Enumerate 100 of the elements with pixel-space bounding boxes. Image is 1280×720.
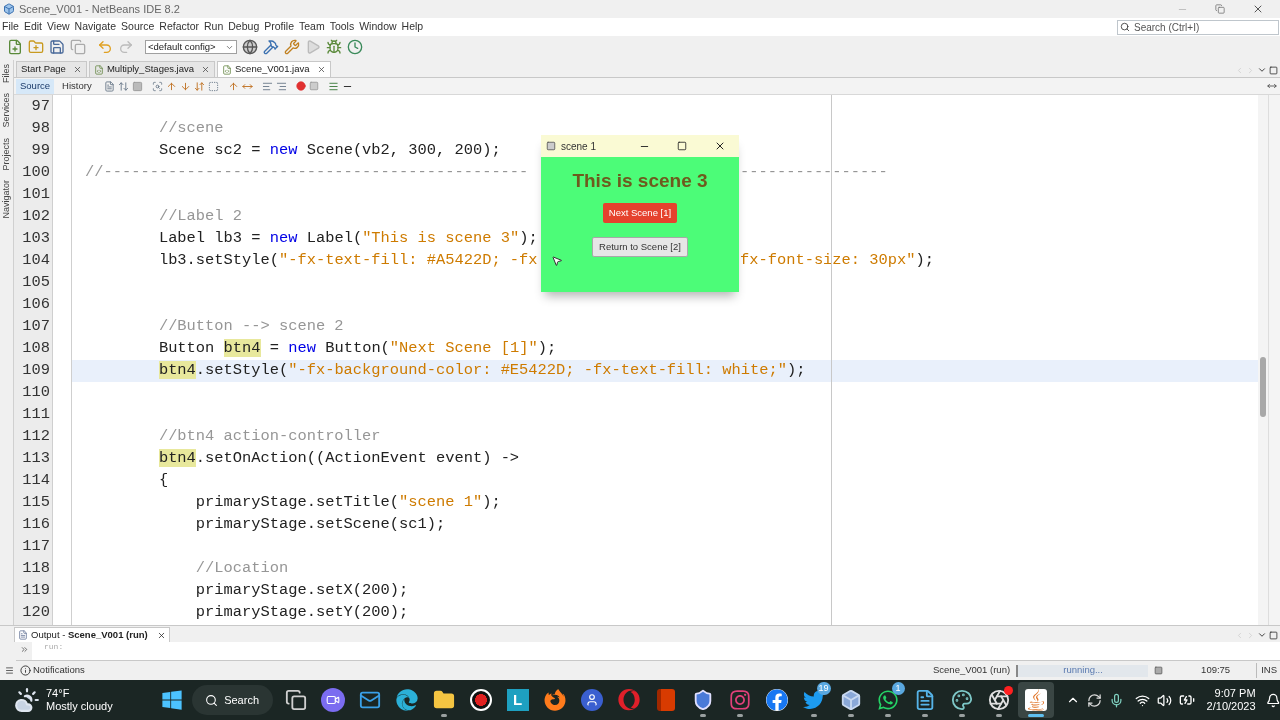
code-text: primaryStage.setY(200); — [195, 603, 409, 622]
last-edit-icon[interactable] — [103, 80, 115, 92]
stop-icon[interactable] — [1154, 666, 1164, 675]
tab-list-icon[interactable] — [1257, 65, 1267, 75]
weather-icon[interactable] — [14, 687, 40, 713]
line-number: 101 — [21, 184, 51, 206]
window-title: scene 1 — [561, 139, 597, 154]
line-number: 103 — [21, 228, 51, 250]
weather-condition: Mostly cloudy — [46, 700, 113, 713]
menu-item[interactable]: Window — [359, 19, 397, 35]
clock-time[interactable]: 9:07 PM — [1214, 687, 1256, 700]
record-macro-icon[interactable] — [295, 81, 306, 91]
new-project-icon[interactable] — [28, 39, 44, 55]
menu-item[interactable]: Team — [299, 19, 325, 35]
config-dropdown[interactable]: <default config> — [145, 40, 237, 54]
view-tab[interactable]: History — [58, 78, 96, 94]
split-icon[interactable] — [1267, 81, 1277, 91]
side-tab[interactable]: Services — [0, 93, 14, 128]
search-field[interactable]: Search (Ctrl+I) — [1117, 19, 1279, 35]
code-text: Scene sc2 = — [158, 141, 262, 160]
sync-icon[interactable] — [1086, 692, 1102, 708]
code-text: primaryStage.setX(200); — [195, 581, 409, 600]
line-number: 110 — [21, 382, 51, 404]
wifi-icon[interactable] — [1134, 692, 1150, 708]
maximize-icon[interactable] — [1269, 65, 1278, 75]
output-tab[interactable]: Output - Scene_V001 (run) — [14, 627, 170, 642]
menu-item[interactable]: Navigate — [74, 19, 117, 35]
panel-icon[interactable] — [5, 666, 14, 675]
scene-button[interactable]: Next Scene [1] — [602, 203, 678, 223]
editor-tab[interactable]: Start Page — [16, 61, 87, 77]
close-tab-icon[interactable] — [201, 65, 211, 74]
comment-icon[interactable] — [327, 80, 339, 92]
code-comment: //scene — [158, 119, 224, 138]
temperature: 74°F — [46, 687, 71, 700]
close-tab-icon[interactable] — [156, 630, 166, 640]
notification-icon[interactable] — [1265, 692, 1280, 708]
battery-icon[interactable] — [1178, 692, 1195, 708]
notifications-label[interactable]: Notifications — [33, 663, 85, 678]
close-tab-icon[interactable] — [316, 65, 326, 74]
menu-item[interactable]: Edit — [23, 19, 42, 35]
letter-app-icon: L — [506, 689, 529, 711]
globe-icon[interactable] — [242, 39, 258, 55]
code-text: ); — [482, 493, 501, 512]
tab-list-icon[interactable] — [1257, 630, 1267, 640]
find-next-icon[interactable] — [179, 80, 191, 92]
line-number: 109 — [21, 360, 51, 382]
menu-item[interactable]: Refactor — [159, 19, 199, 35]
code-text: Scene(vb2, 300, 200); — [306, 141, 501, 160]
insert-mode: INS — [1256, 663, 1277, 678]
shift-right-icon[interactable] — [275, 80, 287, 92]
find-previous-icon[interactable] — [165, 80, 177, 92]
code-comment: ---------------- — [740, 163, 888, 182]
clock-date[interactable]: 2/10/2023 — [1206, 700, 1256, 713]
shift-left-icon[interactable] — [261, 80, 273, 92]
menu-item[interactable]: Profile — [264, 19, 294, 35]
info-icon — [20, 665, 31, 676]
menu-item[interactable]: Help — [401, 19, 424, 35]
menu-item[interactable]: Run — [204, 19, 224, 35]
window-icon — [546, 141, 556, 151]
new-file-icon[interactable] — [7, 39, 23, 55]
menu-item[interactable]: View — [47, 19, 70, 35]
string-literal: "Next Scene [1]" — [389, 339, 538, 358]
find-icon[interactable] — [151, 80, 163, 92]
line-number: 104 — [21, 250, 51, 272]
rerun-icon[interactable] — [19, 645, 29, 654]
microphone-icon[interactable] — [1108, 692, 1124, 708]
scrollbar[interactable] — [1258, 95, 1280, 625]
toggle-highlight-icon[interactable] — [193, 80, 205, 92]
menu-item[interactable]: Debug — [228, 19, 260, 35]
menu-item[interactable]: Tools — [329, 19, 355, 35]
speaker-icon[interactable] — [1156, 692, 1172, 708]
line-number: 99 — [30, 140, 51, 162]
keyword: new — [288, 339, 316, 358]
maximize-icon[interactable] — [1269, 630, 1278, 640]
person-app-icon — [580, 689, 603, 711]
selection-icon[interactable] — [207, 80, 219, 92]
menu-item[interactable]: File — [2, 19, 19, 35]
view-tab[interactable]: Source — [16, 78, 55, 94]
taskbar-app[interactable] — [1017, 682, 1054, 718]
scene-button[interactable]: Return to Scene [2] — [592, 237, 688, 257]
side-tab[interactable]: Projects — [0, 137, 14, 171]
java-file-icon — [222, 64, 233, 75]
side-tab[interactable]: Navigator — [0, 180, 14, 219]
editor-tab[interactable]: Scene_V001.java — [217, 61, 331, 77]
clean-build-icon[interactable] — [284, 39, 300, 55]
menu-item[interactable]: Source — [121, 19, 155, 35]
side-tab[interactable]: Files — [0, 64, 14, 83]
close-tab-icon[interactable] — [72, 65, 82, 74]
line-number: 98 — [30, 118, 51, 140]
profile-icon[interactable] — [347, 39, 363, 55]
build-icon[interactable] — [263, 39, 279, 55]
save-all-icon[interactable] — [49, 39, 65, 55]
editor-tab[interactable]: Multiply_Stages.java — [88, 61, 216, 77]
windows-logo-icon — [161, 689, 184, 711]
line-number: 119 — [21, 580, 51, 602]
previous-bookmark-icon[interactable] — [227, 80, 239, 92]
running-indicator — [921, 714, 928, 717]
line-number: 116 — [21, 514, 51, 536]
debug-icon[interactable] — [326, 39, 342, 55]
taskbar-search[interactable]: Search — [191, 685, 273, 715]
